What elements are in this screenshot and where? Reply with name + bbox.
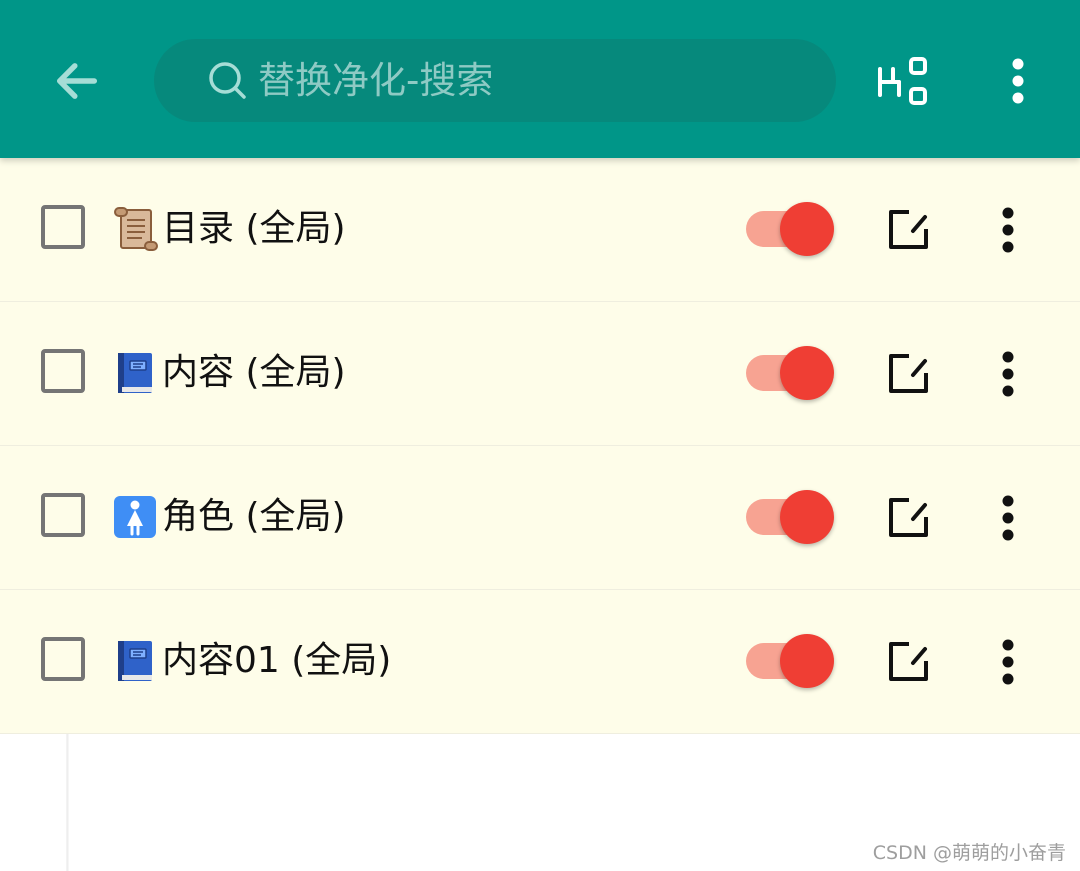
rule-enable-switch[interactable] <box>746 490 836 546</box>
rule-enable-switch[interactable] <box>746 634 836 690</box>
group-button[interactable] <box>874 52 932 110</box>
rule-name: 角色 (全局) <box>162 496 346 537</box>
rule-menu-button[interactable] <box>988 348 1028 400</box>
more-vertical-icon <box>1002 495 1014 541</box>
group-by-icon <box>878 57 927 105</box>
switch-thumb <box>780 634 834 688</box>
edit-icon <box>889 498 928 537</box>
scroll-emoji <box>114 207 158 251</box>
more-vertical-icon <box>1002 639 1014 685</box>
watermark: CSDN @萌萌的小奋青 <box>872 842 1066 864</box>
switch-thumb <box>780 202 834 256</box>
blue-book-emoji <box>118 641 152 681</box>
edit-rule-button[interactable] <box>882 348 934 400</box>
rule-checkbox[interactable] <box>41 637 85 681</box>
list-item[interactable]: 内容01 (全局) <box>0 590 1080 734</box>
rule-name: 目录 (全局) <box>162 208 346 249</box>
more-vertical-icon <box>1002 207 1014 253</box>
rule-checkbox[interactable] <box>41 349 85 393</box>
switch-thumb <box>780 490 834 544</box>
list-item[interactable]: 内容 (全局) <box>0 302 1080 446</box>
arrow-left-icon <box>56 63 98 99</box>
rule-menu-button[interactable] <box>988 636 1028 688</box>
overflow-menu-button[interactable] <box>996 52 1040 110</box>
replace-rule-screen: 目录 (全局) <box>0 0 1080 871</box>
list-item[interactable]: 角色 (全局) <box>0 446 1080 590</box>
search-input[interactable] <box>258 39 818 122</box>
edit-rule-button[interactable] <box>882 492 934 544</box>
rule-list: 目录 (全局) 内容 (全局) 角色 (全局) 内容01 (全局) <box>0 158 1080 734</box>
search-bar[interactable] <box>154 39 836 122</box>
switch-thumb <box>780 346 834 400</box>
rule-checkbox[interactable] <box>41 493 85 537</box>
search-icon <box>206 59 250 103</box>
womens-room-emoji <box>114 496 156 538</box>
rule-menu-button[interactable] <box>988 492 1028 544</box>
edit-rule-button[interactable] <box>882 636 934 688</box>
list-item[interactable]: 目录 (全局) <box>0 158 1080 302</box>
rule-checkbox[interactable] <box>41 205 85 249</box>
rule-enable-switch[interactable] <box>746 346 836 402</box>
rule-enable-switch[interactable] <box>746 202 836 258</box>
rule-menu-button[interactable] <box>988 204 1028 256</box>
back-button[interactable] <box>44 50 110 112</box>
rule-name: 内容01 (全局) <box>162 640 392 681</box>
edit-icon <box>889 642 928 681</box>
edit-icon <box>889 354 928 393</box>
blue-book-emoji <box>118 353 152 393</box>
more-vertical-icon <box>1002 351 1014 397</box>
more-vertical-icon <box>1012 58 1024 104</box>
rule-name: 内容 (全局) <box>162 352 346 393</box>
edit-icon <box>889 210 928 249</box>
top-app-bar <box>0 0 1080 158</box>
edit-rule-button[interactable] <box>882 204 934 256</box>
